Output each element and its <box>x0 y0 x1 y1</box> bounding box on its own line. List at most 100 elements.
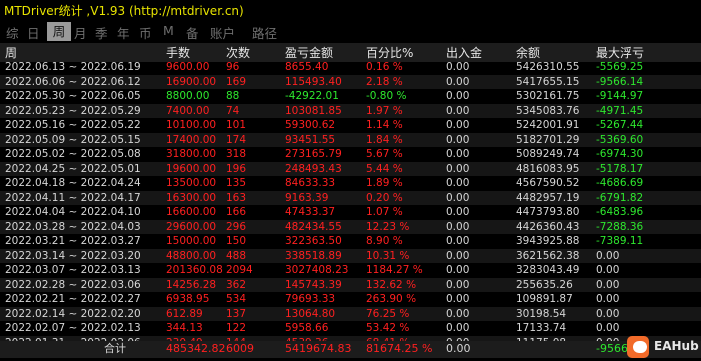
cell-count: 88 <box>226 90 240 102</box>
cell-lots: 9600.00 <box>166 61 210 73</box>
cell-lots: 19600.00 <box>166 162 217 175</box>
tab-ri[interactable]: 日 <box>27 23 40 42</box>
table-row[interactable]: 2022.03.28 ~ 2022.04.03 29600.00 296 482434… <box>0 219 701 234</box>
cell-pnl: 248493.43 <box>285 162 342 175</box>
column-header-lots[interactable]: 手数 <box>166 44 190 61</box>
cell-count: 174 <box>226 133 247 146</box>
cell-percent: 5.44 % <box>366 162 403 175</box>
cell-count: 488 <box>226 249 247 262</box>
cell-percent: 10.31 % <box>366 249 410 262</box>
cell-max-drawdown: -5569.25 <box>596 61 644 73</box>
column-header-balance[interactable]: 余额 <box>516 44 540 61</box>
column-header-week[interactable]: 周 <box>5 44 17 61</box>
column-header-max-drawdown[interactable]: 最大浮亏 <box>596 44 644 61</box>
cell-max-drawdown: 0.00 <box>596 278 620 291</box>
cell-percent: 8.90 % <box>366 235 403 247</box>
cell-pnl: 103081.85 <box>285 104 342 117</box>
cell-lots: 16600.00 <box>166 206 217 218</box>
table-row[interactable]: 2022.03.07 ~ 2022.03.13 201360.08 2094 3027… <box>0 263 701 278</box>
cell-count: 166 <box>226 206 247 218</box>
table-row[interactable]: 2022.03.14 ~ 2022.03.20 48800.00 488 338518… <box>0 248 701 263</box>
cell-count: 122 <box>226 322 247 334</box>
cell-max-drawdown: -4971.45 <box>596 104 644 117</box>
cell-lots: 7400.00 <box>166 104 210 117</box>
cell-balance: 5302161.75 <box>516 90 580 102</box>
tab-nian[interactable]: 年 <box>117 23 130 42</box>
table-row[interactable]: 2022.04.04 ~ 2022.04.10 16600.00 166 47433.… <box>0 205 701 220</box>
table-row[interactable]: 2022.05.16 ~ 2022.05.22 10100.00 101 59300.… <box>0 118 701 133</box>
table-row[interactable]: 2022.05.23 ~ 2022.05.29 7400.00 74 103081.8… <box>0 103 701 118</box>
cell-percent: 1.84 % <box>366 133 403 146</box>
cell-count: 2094 <box>226 264 253 276</box>
cell-pnl: 5958.66 <box>285 322 329 334</box>
table-row[interactable]: 2022.02.07 ~ 2022.02.13 344.13 122 5958.66 5… <box>0 321 701 336</box>
column-header-deposit[interactable]: 出入金 <box>446 44 482 61</box>
table-row[interactable]: 2022.05.02 ~ 2022.05.08 31800.00 318 273165… <box>0 147 701 162</box>
tab-zong[interactable]: 综 <box>6 23 19 42</box>
table-row[interactable]: 2022.04.18 ~ 2022.04.24 13500.00 135 84633.… <box>0 176 701 191</box>
table-row[interactable]: 2022.03.21 ~ 2022.03.27 15000.00 150 322363… <box>0 234 701 249</box>
cell-deposit: 0.00 <box>446 104 470 117</box>
tab-bei[interactable]: 备 <box>186 23 199 42</box>
total-lots: 485342.82 <box>166 342 226 355</box>
cell-max-drawdown: -7389.11 <box>596 235 644 247</box>
tab-m[interactable]: M <box>163 23 174 38</box>
cell-week: 2022.06.06 ~ 2022.06.12 <box>5 75 141 88</box>
total-count: 6009 <box>226 342 254 355</box>
cell-max-drawdown: -4686.69 <box>596 177 644 189</box>
tab-lujing[interactable]: 路径 <box>252 23 277 42</box>
cell-count: 362 <box>226 278 247 291</box>
cell-percent: 0.20 % <box>366 191 403 204</box>
cell-week: 2022.04.25 ~ 2022.05.01 <box>5 162 141 175</box>
cell-count: 169 <box>226 75 247 88</box>
cell-week: 2022.02.14 ~ 2022.02.20 <box>5 307 141 320</box>
column-header-percent[interactable]: 百分比% <box>366 44 413 61</box>
table-row[interactable]: 2022.06.13 ~ 2022.06.19 9600.00 96 8655.40 0… <box>0 60 701 75</box>
tab-ji[interactable]: 季 <box>95 23 108 42</box>
cell-max-drawdown: -5369.60 <box>596 133 644 146</box>
cell-deposit: 0.00 <box>446 235 470 247</box>
cell-deposit: 0.00 <box>446 177 470 189</box>
cell-count: 196 <box>226 162 247 175</box>
table-row[interactable]: 2022.05.09 ~ 2022.05.15 17400.00 174 93451.… <box>0 132 701 147</box>
cell-balance: 30198.54 <box>516 307 567 320</box>
cell-pnl: 322363.50 <box>285 235 342 247</box>
cell-deposit: 0.00 <box>446 61 470 73</box>
cell-max-drawdown: 0.00 <box>596 307 620 320</box>
table-row[interactable]: 2022.05.30 ~ 2022.06.05 8800.00 88 -42922.0… <box>0 89 701 104</box>
cell-max-drawdown: 0.00 <box>596 264 620 276</box>
cell-week: 2022.04.11 ~ 2022.04.17 <box>5 191 141 204</box>
tab-yue[interactable]: 月 <box>74 23 87 42</box>
cell-max-drawdown: -6791.82 <box>596 191 644 204</box>
cell-deposit: 0.00 <box>446 148 470 160</box>
cell-max-drawdown: -6483.96 <box>596 206 644 218</box>
tab-zhou[interactable]: 周 <box>47 22 71 41</box>
cell-balance: 17133.74 <box>516 322 567 334</box>
cell-balance: 4473793.80 <box>516 206 580 218</box>
column-header-count[interactable]: 次数 <box>226 44 250 61</box>
cell-max-drawdown: 0.00 <box>596 293 620 305</box>
cell-lots: 6938.95 <box>166 293 210 305</box>
tab-zhanghu[interactable]: 账户 <box>210 23 235 42</box>
cell-max-drawdown: -9144.97 <box>596 90 644 102</box>
table-row[interactable]: 2022.02.21 ~ 2022.02.27 6938.95 534 79693.3… <box>0 292 701 307</box>
cell-week: 2022.06.13 ~ 2022.06.19 <box>5 61 141 73</box>
cell-pnl: 338518.89 <box>285 249 342 262</box>
table-row[interactable]: 2022.02.28 ~ 2022.03.06 14256.28 362 145743… <box>0 277 701 292</box>
cell-max-drawdown: -7288.36 <box>596 220 644 233</box>
cell-lots: 344.13 <box>166 322 203 334</box>
table-row[interactable]: 2022.04.25 ~ 2022.05.01 19600.00 196 248493… <box>0 161 701 176</box>
table-row[interactable]: 2022.02.14 ~ 2022.02.20 612.89 137 13064.80… <box>0 306 701 321</box>
total-deposit: 0.00 <box>446 342 471 355</box>
table-row[interactable]: 2022.04.11 ~ 2022.04.17 16300.00 163 9163.3… <box>0 190 701 205</box>
cell-deposit: 0.00 <box>446 307 470 320</box>
cell-deposit: 0.00 <box>446 322 470 334</box>
eahub-logo: EAHub <box>625 336 701 360</box>
cell-count: 96 <box>226 61 240 73</box>
cell-max-drawdown: -5267.44 <box>596 119 644 131</box>
cell-pnl: 145743.39 <box>285 278 342 291</box>
table-row[interactable]: 2022.06.06 ~ 2022.06.12 16900.00 169 115493… <box>0 74 701 89</box>
tab-bi[interactable]: 币 <box>139 23 152 42</box>
cell-week: 2022.03.28 ~ 2022.04.03 <box>5 220 141 233</box>
column-header-pnl[interactable]: 盈亏金额 <box>285 44 333 61</box>
